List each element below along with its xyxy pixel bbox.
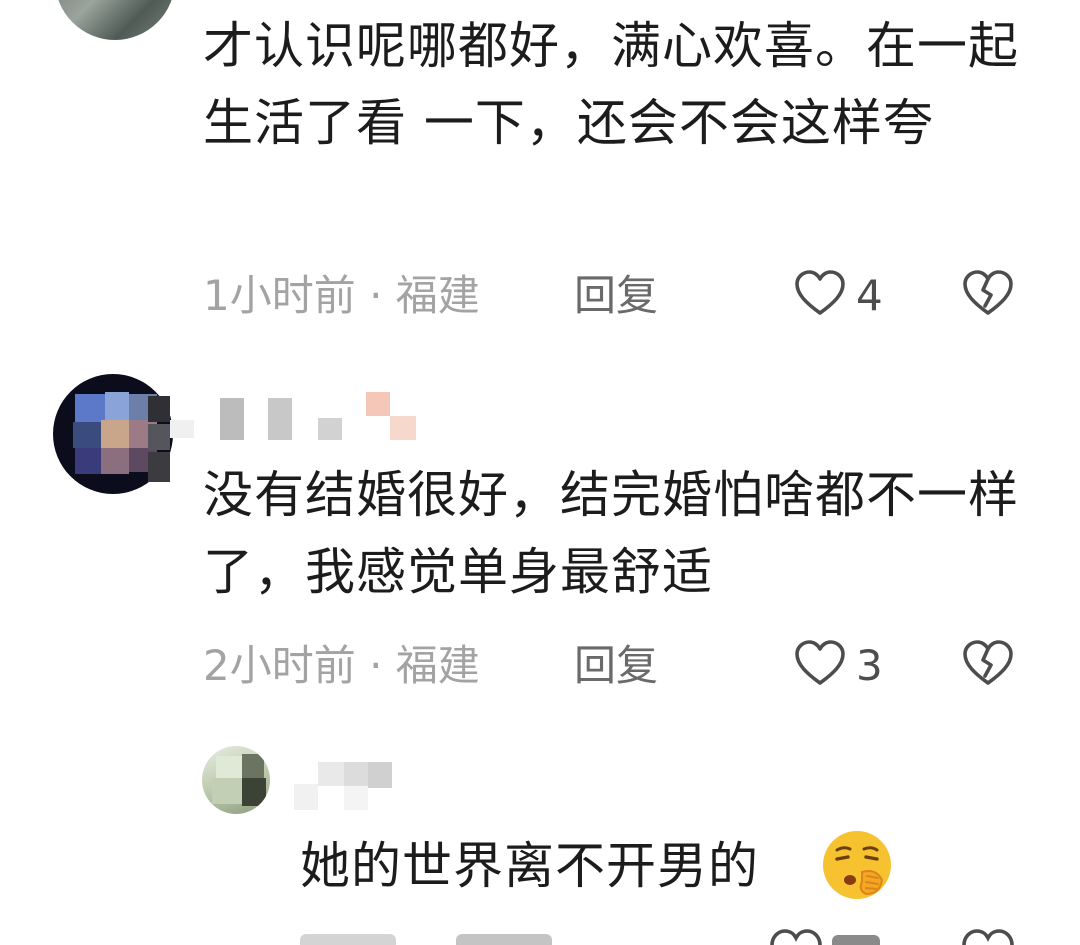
heart-outline-icon[interactable]	[794, 268, 846, 320]
comment-text: 她的世界离不开男的	[300, 837, 759, 895]
broken-heart-icon[interactable]	[960, 928, 1016, 945]
truncated-like-count	[832, 935, 880, 945]
thinking-shushing-face-emoji-icon	[823, 831, 891, 899]
like-count: 4	[856, 271, 883, 320]
reply-button[interactable]: 回复	[574, 270, 658, 322]
truncated-meta-text	[300, 934, 396, 945]
reply-button[interactable]: 回复	[574, 640, 658, 692]
broken-heart-icon[interactable]	[962, 638, 1014, 690]
commenter-name-redacted[interactable]	[294, 762, 404, 810]
comment-time-location: 2小时前 · 福建	[203, 641, 480, 690]
commenter-name-redacted[interactable]	[170, 392, 430, 440]
comment-text: 才认识呢哪都好，满心欢喜。在一起生活了看 一下，还会不会这样夸	[203, 17, 1019, 152]
comment-text: 没有结婚很好，结完婚怕啥都不一样了，我感觉单身最舒适	[203, 466, 1019, 601]
heart-outline-icon[interactable]	[768, 928, 824, 945]
commenter-avatar[interactable]	[202, 746, 270, 814]
broken-heart-icon[interactable]	[962, 268, 1014, 320]
avatar-pixel	[148, 452, 170, 482]
comment-time-location: 1小时前 · 福建	[203, 271, 480, 320]
comment-thread: 才认识呢哪都好，满心欢喜。在一起生活了看 一下，还会不会这样夸 1小时前 · 福…	[0, 0, 1080, 945]
heart-outline-icon[interactable]	[794, 638, 846, 690]
avatar-pixel	[148, 424, 170, 450]
truncated-reply-button[interactable]	[456, 934, 552, 945]
commenter-avatar[interactable]	[55, 0, 175, 40]
like-count: 3	[856, 641, 883, 690]
avatar-pixel	[148, 396, 170, 422]
